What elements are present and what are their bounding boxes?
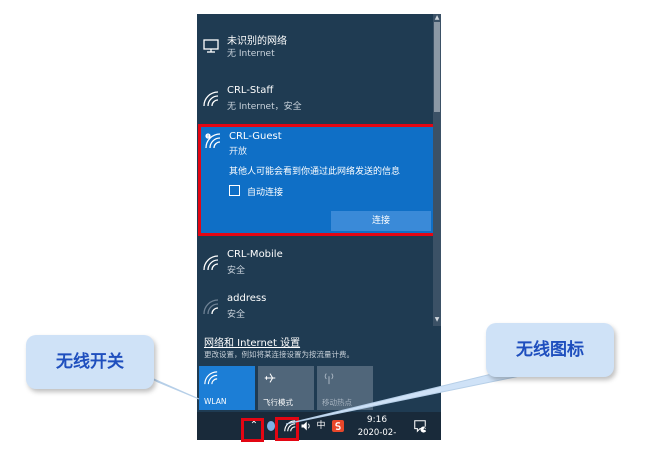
icon-callout-pointer <box>285 371 521 425</box>
callout-connectors <box>137 371 521 425</box>
wireless-icon-callout: 无线图标 <box>486 323 614 377</box>
wireless-switch-callout: 无线开关 <box>26 335 154 389</box>
